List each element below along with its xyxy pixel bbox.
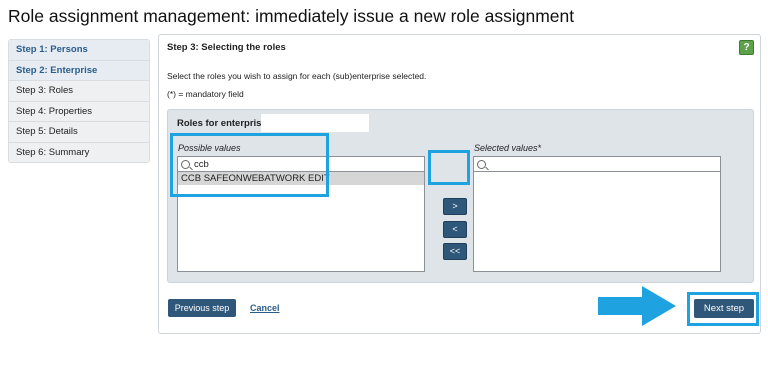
instruction-text: Select the roles you wish to assign for … — [167, 71, 427, 81]
add-selected-button[interactable]: > — [443, 198, 467, 215]
step-enterprise[interactable]: Step 2: Enterprise — [9, 60, 149, 81]
possible-search-value: ccb — [194, 158, 209, 170]
possible-search-input[interactable]: ccb — [178, 157, 424, 172]
remove-selected-button[interactable]: < — [443, 221, 467, 238]
remove-all-button[interactable]: << — [443, 243, 467, 260]
step-properties: Step 4: Properties — [9, 101, 149, 122]
roles-section: Roles for enterprise: Possible values Se… — [167, 109, 754, 283]
step-persons[interactable]: Step 1: Persons — [9, 40, 149, 61]
step-summary: Step 6: Summary — [9, 142, 149, 162]
mandatory-note: (*) = mandatory field — [167, 89, 244, 99]
roles-for-enterprise-label: Roles for enterprise: — [177, 118, 270, 129]
cancel-link[interactable]: Cancel — [250, 303, 280, 313]
page-title: Role assignment management: immediately … — [8, 6, 575, 26]
selected-values-label: Selected values* — [474, 143, 542, 153]
arrow-right-icon — [598, 286, 676, 326]
enterprise-value — [261, 114, 369, 132]
previous-step-button[interactable]: Previous step — [168, 299, 236, 317]
search-icon — [477, 159, 486, 169]
list-item[interactable]: CCB SAFEONWEBATWORK EDIT — [178, 172, 424, 185]
possible-values-label: Possible values — [178, 143, 241, 153]
next-step-button[interactable]: Next step — [694, 299, 754, 318]
selected-search-input[interactable] — [474, 157, 720, 172]
step-details: Step 5: Details — [9, 122, 149, 143]
panel-title: Step 3: Selecting the roles — [167, 42, 286, 53]
selected-values-list[interactable] — [473, 156, 721, 272]
step-roles: Step 3: Roles — [9, 81, 149, 102]
possible-values-list[interactable]: ccb CCB SAFEONWEBATWORK EDIT — [177, 156, 425, 272]
help-icon[interactable]: ? — [739, 40, 754, 55]
search-icon — [181, 159, 190, 169]
wizard-steps: Step 1: Persons Step 2: Enterprise Step … — [8, 39, 150, 163]
